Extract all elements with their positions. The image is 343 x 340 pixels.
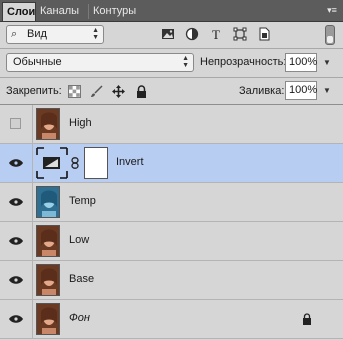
fill-label: Заливка: [239,85,285,97]
search-icon: ⌕ [11,28,18,40]
filter-kind-select[interactable]: ⌕ Вид ▲ ▼ [6,25,104,44]
fill-dropdown-icon[interactable]: ▼ [320,81,334,100]
layer-name[interactable]: Low [69,234,89,246]
shape-filter-icon[interactable] [233,27,247,41]
visibility-cell[interactable] [0,261,33,299]
tab-bar: Слои Каналы Контуры ▾≡ [0,0,343,22]
layer-thumbnail [36,303,60,335]
tab-channels[interactable]: Каналы [36,2,88,21]
filter-toggle[interactable] [325,25,335,45]
tab-layers[interactable]: Слои [2,2,36,21]
portrait-thumbnail-icon [37,187,59,217]
eye-icon[interactable] [9,159,23,167]
smart-object-filter-icon[interactable] [257,27,271,41]
blend-mode-value: Обычные [13,56,62,68]
layers-list: High Invert Temp Low Base Фон [0,105,343,340]
visibility-cell[interactable] [0,300,33,338]
opacity-dropdown-icon[interactable]: ▼ [320,53,334,72]
layers-panel: Слои Каналы Контуры ▾≡ ⌕ Вид ▲ ▼ T Обычны… [0,0,343,340]
panel-menu-icon[interactable]: ▾≡ [325,3,339,17]
layer-row[interactable]: Temp [0,183,343,222]
visibility-cell[interactable] [0,222,33,260]
portrait-thumbnail-icon [37,226,59,256]
visibility-cell[interactable] [0,105,33,143]
layer-row[interactable]: High [0,105,343,144]
portrait-thumbnail-icon [37,265,59,295]
type-filter-icon[interactable]: T [209,27,223,41]
eye-icon[interactable] [9,198,23,206]
visibility-off-box[interactable] [10,118,21,129]
layer-row-selected[interactable]: Invert [0,144,343,183]
layer-row-background[interactable]: Фон [0,300,343,339]
lock-all-icon[interactable] [135,85,148,98]
layer-thumbnail [36,108,60,140]
lock-icon [303,313,311,325]
blend-mode-select[interactable]: Обычные ▲ ▼ [6,53,194,72]
layer-name[interactable]: High [69,117,92,129]
layer-name[interactable]: Temp [69,195,96,207]
opacity-field[interactable]: 100% [285,53,317,72]
layer-thumbnail [36,225,60,257]
tab-paths[interactable]: Контуры [89,2,149,21]
image-filter-icon[interactable] [161,27,175,41]
eye-icon[interactable] [9,276,23,284]
layer-thumbnail [36,264,60,296]
divider [0,48,343,49]
layer-name[interactable]: Invert [116,156,144,168]
layer-name[interactable]: Фон [69,312,90,324]
eye-icon[interactable] [9,315,23,323]
adjustment-filter-icon[interactable] [185,27,199,41]
eye-icon[interactable] [9,237,23,245]
portrait-thumbnail-icon [37,304,59,334]
svg-text:T: T [212,27,220,41]
updown-arrows-icon: ▲ ▼ [182,55,189,69]
layer-thumbnail [36,186,60,218]
lock-transparent-icon[interactable] [68,85,81,98]
visibility-cell[interactable] [0,183,33,221]
updown-arrows-icon: ▲ ▼ [92,27,99,41]
layer-name[interactable]: Base [69,273,94,285]
portrait-thumbnail-icon [37,109,59,139]
lock-label: Закрепить: [6,85,62,97]
opacity-label: Непрозрачность: [200,56,287,68]
divider [0,77,343,78]
lock-image-icon[interactable] [90,85,103,98]
fill-field[interactable]: 100% [285,81,317,100]
layer-mask-thumbnail[interactable] [84,147,108,179]
lock-position-icon[interactable] [112,85,125,98]
visibility-cell[interactable] [0,144,33,182]
filter-kind-label: Вид [27,28,47,40]
invert-adjustment-icon [36,147,68,179]
layer-row[interactable]: Low [0,222,343,261]
layer-row[interactable]: Base [0,261,343,300]
link-chain-icon[interactable] [71,157,79,169]
